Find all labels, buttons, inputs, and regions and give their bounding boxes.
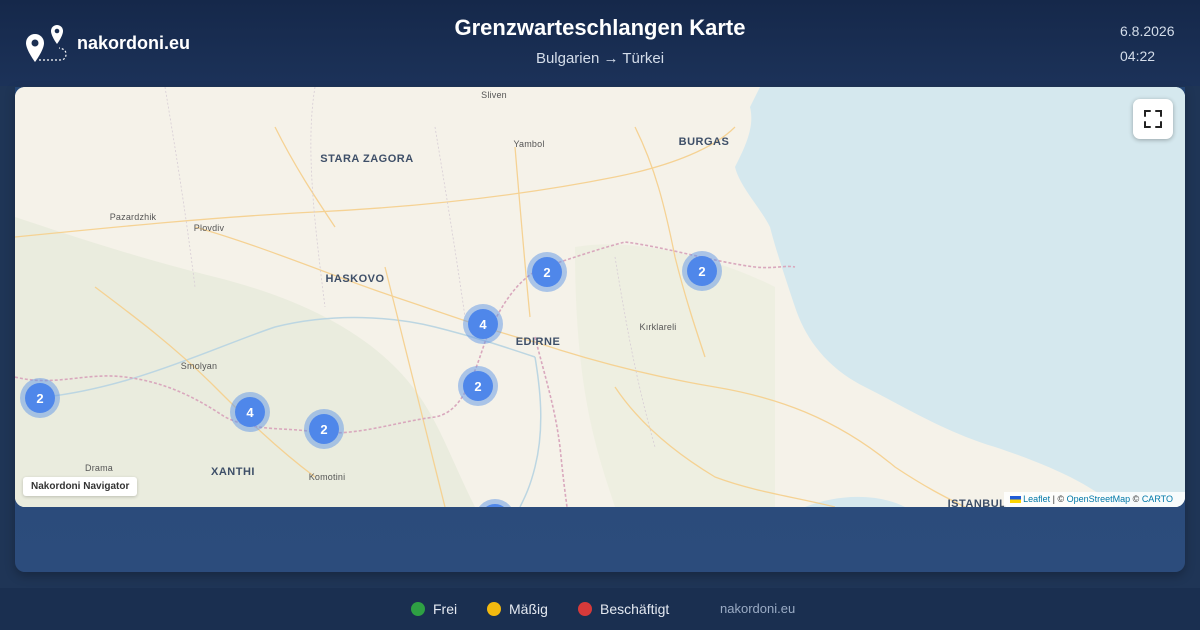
- cluster-count: 2: [687, 256, 717, 286]
- city-label-istanbul: ISTANBUL: [947, 498, 1007, 507]
- carto-link[interactable]: CARTO: [1142, 494, 1173, 504]
- city-label-xanthi: XANTHI: [211, 466, 255, 478]
- status-dot-busy: [578, 602, 592, 616]
- cluster-count: 4: [235, 397, 265, 427]
- current-date: 6.8.2026: [1120, 23, 1175, 39]
- cluster-count: 2: [25, 383, 55, 413]
- cluster-count: 2: [309, 414, 339, 444]
- current-time: 04:22: [1120, 48, 1156, 64]
- city-label-edirne: EDIRNE: [515, 336, 561, 348]
- footer-site-link[interactable]: nakordoni.eu: [720, 601, 795, 616]
- header: nakordoni.eu Grenzwarteschlangen Karte B…: [0, 0, 1200, 86]
- cluster-count: 2: [532, 257, 562, 287]
- legend-item-free: Frei: [411, 601, 457, 617]
- marker-cluster[interactable]: 2: [458, 366, 498, 406]
- leaflet-link[interactable]: Leaflet: [1023, 494, 1050, 504]
- page-title: Grenzwarteschlangen Karte: [454, 15, 746, 40]
- city-label-komotini: Komotini: [308, 472, 346, 482]
- map-base-layer: [15, 87, 1185, 507]
- footer: Frei Mäßig Beschäftigt nakordoni.eu: [0, 588, 1200, 630]
- city-label-kirklareli: Kırklareli: [639, 322, 677, 332]
- osm-link[interactable]: OpenStreetMap: [1067, 494, 1131, 504]
- city-label-yambol: Yambol: [513, 139, 545, 149]
- city-label-smolyan: Smolyan: [180, 361, 218, 371]
- marker-cluster[interactable]: 2: [527, 252, 567, 292]
- city-label-plovdiv: Plovdiv: [193, 223, 225, 233]
- legend-item-moderate: Mäßig: [487, 601, 548, 617]
- map-view[interactable]: Sliven Yambol STARA ZAGORA BURGAS Pazard…: [15, 87, 1185, 507]
- marker-cluster[interactable]: 2: [304, 409, 344, 449]
- city-label-drama: Drama: [84, 463, 114, 473]
- city-label-sliven: Sliven: [481, 90, 507, 100]
- route-subtitle: Bulgarien → Türkei: [535, 50, 665, 67]
- cluster-count: 4: [468, 309, 498, 339]
- city-label-burgas: BURGAS: [678, 136, 730, 148]
- status-dot-moderate: [487, 602, 501, 616]
- city-label-stara-zagora: STARA ZAGORA: [320, 153, 414, 165]
- marker-cluster[interactable]: 4: [463, 304, 503, 344]
- city-label-haskovo: HASKOVO: [325, 273, 385, 285]
- legend-item-busy: Beschäftigt: [578, 601, 669, 617]
- ukraine-flag-icon: [1010, 496, 1022, 503]
- status-dot-free: [411, 602, 425, 616]
- fullscreen-button[interactable]: [1133, 99, 1173, 139]
- marker-cluster[interactable]: 2: [682, 251, 722, 291]
- navigator-label: Nakordoni Navigator: [23, 477, 138, 496]
- city-label-pazardzhik: Pazardzhik: [109, 212, 157, 222]
- marker-cluster[interactable]: 4: [230, 392, 270, 432]
- marker-cluster[interactable]: 2: [20, 378, 60, 418]
- cluster-count: 2: [463, 371, 493, 401]
- fullscreen-icon: [1144, 110, 1162, 128]
- map-attribution: Leaflet | © OpenStreetMap © CARTO: [1004, 492, 1185, 507]
